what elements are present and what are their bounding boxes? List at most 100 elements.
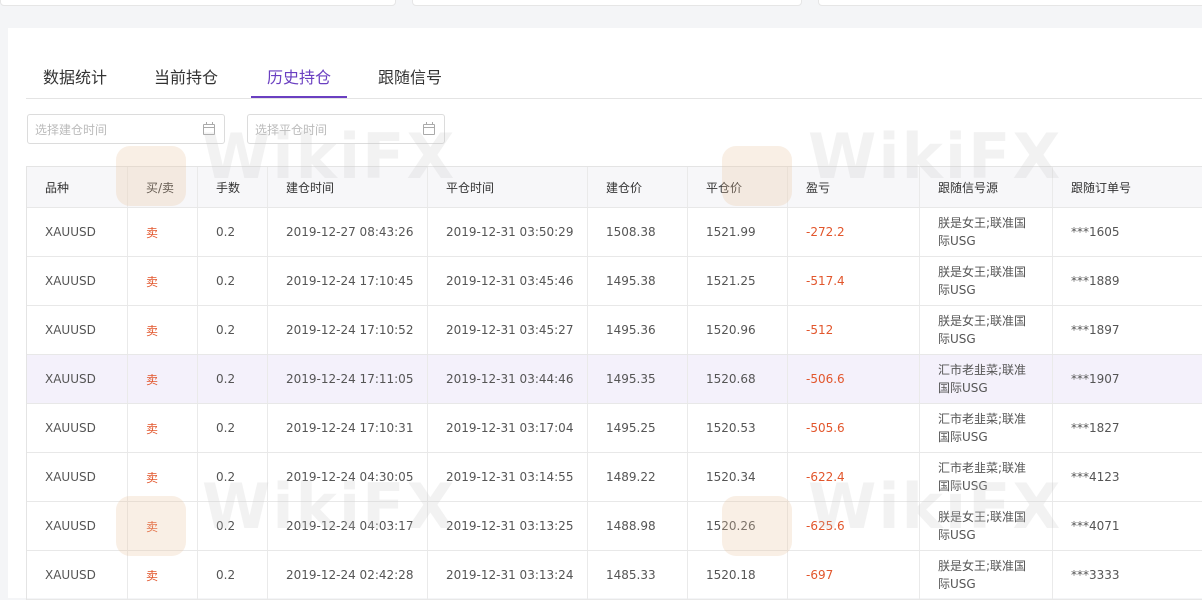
cell-side: 卖 [128,404,198,452]
cell-lots: 0.2 [198,257,268,305]
column-header: 跟随信号源 [920,167,1053,207]
cell-close-price: 1520.18 [688,551,788,599]
cell-close-time: 2019-12-31 03:45:27 [428,306,588,354]
cell-open-price: 1495.36 [588,306,688,354]
cell-close-time: 2019-12-31 03:13:25 [428,502,588,550]
cell-open-time: 2019-12-24 04:30:05 [268,453,428,501]
cell-close-time: 2019-12-31 03:14:55 [428,453,588,501]
table-row: XAUUSD 卖 0.2 2019-12-24 17:10:45 2019-12-31 … [27,257,1202,306]
tab-statistics[interactable]: 数据统计 [42,66,108,96]
tab-history-positions[interactable]: 历史持仓 [251,66,347,98]
cell-symbol: XAUUSD [27,551,128,599]
cell-signal-source: 朕是女王;联准国际USG [920,306,1053,354]
history-panel: 数据统计 当前持仓 历史持仓 跟随信号 选择建仓时间 选择平仓时间 品种 买/卖… [8,28,1202,600]
cell-side: 卖 [128,306,198,354]
cell-close-price: 1520.96 [688,306,788,354]
cell-lots: 0.2 [198,453,268,501]
table-row: XAUUSD 卖 0.2 2019-12-24 04:30:05 2019-12-31 … [27,453,1202,502]
table-row: XAUUSD 卖 0.2 2019-12-24 02:42:28 2019-12-31 … [27,551,1202,600]
cell-order-id: ***4071 [1071,519,1120,533]
column-header: 盈亏 [788,167,920,207]
tab-follow-signals[interactable]: 跟随信号 [377,66,443,96]
cell-open-price: 1508.38 [588,208,688,256]
cell-close-price: 1520.34 [688,453,788,501]
cell-symbol: XAUUSD [27,257,128,305]
cell-close-price: 1521.99 [688,208,788,256]
cell-close-time: 2019-12-31 03:45:46 [428,257,588,305]
cell-close-time: 2019-12-31 03:44:46 [428,355,588,403]
cell-order-id: ***1605 [1071,225,1120,239]
history-table: 品种 买/卖 手数 建仓时间 平仓时间 建仓价 平仓价 盈亏 跟随信号源 跟随订… [26,166,1202,600]
cell-pnl: -505.6 [788,404,920,452]
table-row: XAUUSD 卖 0.2 2019-12-24 17:10:52 2019-12-31 … [27,306,1202,355]
cell-close-price: 1521.25 [688,257,788,305]
column-header: 建仓价 [588,167,688,207]
cell-open-time: 2019-12-24 17:10:52 [268,306,428,354]
cell-open-price: 1488.98 [588,502,688,550]
cell-pnl: -625.6 [788,502,920,550]
table-row: XAUUSD 卖 0.2 2019-12-24 17:10:31 2019-12-31 … [27,404,1202,453]
cell-symbol: XAUUSD [27,404,128,452]
cell-side: 卖 [128,502,198,550]
cell-open-price: 1485.33 [588,551,688,599]
close-time-picker[interactable]: 选择平仓时间 [247,114,445,144]
top-card-1 [0,0,396,6]
column-header: 买/卖 [128,167,198,207]
cell-pnl: -517.4 [788,257,920,305]
cell-symbol: XAUUSD [27,355,128,403]
cell-symbol: XAUUSD [27,208,128,256]
cell-signal-source: 汇市老韭菜;联准国际USG [920,453,1053,501]
cell-lots: 0.2 [198,551,268,599]
cell-signal-source: 朕是女王;联准国际USG [920,208,1053,256]
cell-open-price: 1495.38 [588,257,688,305]
cell-symbol: XAUUSD [27,453,128,501]
cell-lots: 0.2 [198,404,268,452]
calendar-icon [203,122,215,135]
cell-side: 卖 [128,551,198,599]
cell-order-id: ***4123 [1071,470,1120,484]
cell-side: 卖 [128,355,198,403]
table-row: XAUUSD 卖 0.2 2019-12-24 04:03:17 2019-12-31 … [27,502,1202,551]
table-row: XAUUSD 卖 0.2 2019-12-24 17:11:05 2019-12-31 … [27,355,1202,404]
cell-pnl: -272.2 [788,208,920,256]
column-header: 建仓时间 [268,167,428,207]
cell-order-id: ***3333 [1071,568,1120,582]
cell-open-time: 2019-12-24 17:10:45 [268,257,428,305]
cell-close-time: 2019-12-31 03:17:04 [428,404,588,452]
cell-signal-source: 汇市老韭菜;联准国际USG [920,355,1053,403]
close-time-placeholder: 选择平仓时间 [255,123,328,137]
cell-lots: 0.2 [198,502,268,550]
cell-lots: 0.2 [198,208,268,256]
cell-pnl: -506.6 [788,355,920,403]
cell-signal-source: 汇市老韭菜;联准国际USG [920,404,1053,452]
cell-lots: 0.2 [198,306,268,354]
cell-side: 卖 [128,257,198,305]
cell-open-time: 2019-12-24 04:03:17 [268,502,428,550]
cell-signal-source: 朕是女王;联准国际USG [920,502,1053,550]
tab-bar: 数据统计 当前持仓 历史持仓 跟随信号 [26,58,1202,99]
column-header: 品种 [27,167,128,207]
cell-order-id: ***1889 [1071,274,1120,288]
cell-order-id: ***1827 [1071,421,1120,435]
calendar-icon [423,122,435,135]
column-header: 手数 [198,167,268,207]
cell-order-id: ***1897 [1071,323,1120,337]
cell-open-time: 2019-12-24 17:10:31 [268,404,428,452]
cell-side: 卖 [128,208,198,256]
cell-open-price: 1495.35 [588,355,688,403]
cell-open-time: 2019-12-24 02:42:28 [268,551,428,599]
cell-signal-source: 朕是女王;联准国际USG [920,551,1053,599]
cell-lots: 0.2 [198,355,268,403]
cell-close-price: 1520.26 [688,502,788,550]
cell-close-time: 2019-12-31 03:13:24 [428,551,588,599]
open-time-placeholder: 选择建仓时间 [35,123,108,137]
tab-current-positions[interactable]: 当前持仓 [153,66,219,96]
cell-pnl: -512 [788,306,920,354]
open-time-picker[interactable]: 选择建仓时间 [27,114,225,144]
column-header: 平仓时间 [428,167,588,207]
column-header: 平仓价 [688,167,788,207]
cell-symbol: XAUUSD [27,502,128,550]
cell-side: 卖 [128,453,198,501]
top-card-2 [412,0,802,6]
cell-signal-source: 朕是女王;联准国际USG [920,257,1053,305]
